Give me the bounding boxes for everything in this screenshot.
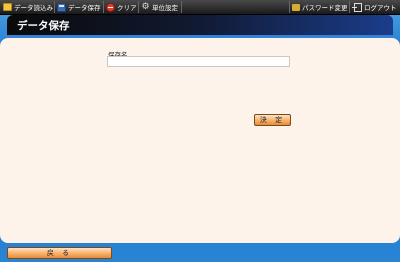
logout-icon <box>352 2 362 12</box>
password-change-button[interactable]: パスワード変更 <box>292 0 348 14</box>
content-panel <box>0 38 400 243</box>
key-icon <box>292 3 300 11</box>
data-save-label: データ保存 <box>68 4 101 12</box>
data-load-label: データ読込み <box>14 4 53 12</box>
clear-label: クリア <box>117 4 137 12</box>
data-load-button[interactable]: データ読込み <box>3 0 53 14</box>
gear-icon: ⚙ <box>141 1 150 12</box>
data-save-button[interactable]: データ保存 <box>57 0 101 14</box>
back-button[interactable]: 戻 る <box>7 247 112 259</box>
page-title: データ保存 <box>17 20 70 32</box>
save-name-input[interactable] <box>107 56 290 67</box>
submit-button[interactable]: 決 定 <box>254 114 291 126</box>
top-toolbar: データ読込み データ保存 クリア ⚙ 単位設定 パスワード変更 ログアウト <box>0 0 400 15</box>
toolbar-divider <box>138 1 139 13</box>
toolbar-divider <box>349 1 350 13</box>
clear-icon <box>106 2 115 12</box>
folder-icon <box>3 3 12 11</box>
logout-label: ログアウト <box>364 4 397 12</box>
toolbar-divider <box>289 1 290 13</box>
toolbar-divider <box>54 1 55 13</box>
unit-settings-label: 単位設定 <box>152 4 178 12</box>
clear-button[interactable]: クリア <box>106 0 137 14</box>
page-header: データ保存 <box>7 15 393 37</box>
toolbar-divider <box>181 1 182 13</box>
logout-button[interactable]: ログアウト <box>352 0 397 14</box>
password-change-label: パスワード変更 <box>302 4 348 12</box>
unit-settings-button[interactable]: ⚙ 単位設定 <box>141 0 178 14</box>
save-icon <box>57 2 66 12</box>
toolbar-divider <box>103 1 104 13</box>
